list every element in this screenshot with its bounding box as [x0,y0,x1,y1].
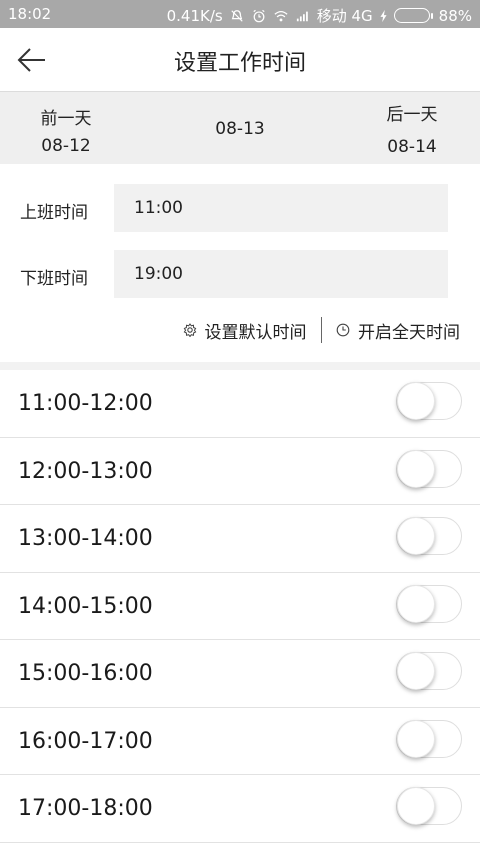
enable-all-day-label: 开启全天时间 [358,322,460,343]
carrier-label: 移动 4G [316,7,373,25]
network-speed: 0.41K/s [166,6,223,25]
set-default-time-button[interactable]: 设置默认时间 [183,318,307,343]
next-day-button[interactable]: 后一天 08-14 [376,100,448,157]
time-slot-label: 14:00-15:00 [18,593,153,619]
time-slot-label: 17:00-18:00 [18,796,153,821]
toggle-knob [397,449,435,488]
mute-icon [231,9,243,22]
prev-day-button[interactable]: 前一天 08-12 [30,104,102,156]
toggle-knob [397,517,435,555]
time-slot-toggle[interactable] [396,719,462,758]
end-time-label: 下班时间 [20,269,88,289]
gear-icon [183,323,196,337]
clock-icon [336,323,350,337]
prev-day-date: 08-12 [41,136,91,156]
time-slot-toggle[interactable] [396,652,462,690]
time-slot-toggle[interactable] [396,382,462,420]
current-date: 08-13 [215,119,265,139]
time-slot-label: 12:00-13:00 [18,458,153,484]
time-slot-row: 15:00-16:00 [0,640,480,708]
set-default-time-label: 设置默认时间 [204,322,307,343]
status-icons: 0.41K/s 移动 4G 88% [167,5,472,26]
toggle-knob [397,584,435,623]
start-time-row: 上班时间 11:00 [0,184,480,232]
end-time-field[interactable]: 19:00 [114,250,448,298]
status-bar: 18:02 0.41K/s 移动 4G 88% [0,0,480,28]
action-links: 设置默认时间 开启全天时间 [183,316,460,344]
time-slot-toggle[interactable] [396,787,462,825]
next-day-date: 08-14 [387,137,437,157]
time-slot-list: 11:00-12:00 12:00-13:00 13:00-14:00 14:0… [0,370,480,843]
alarm-icon [253,9,265,22]
charging-icon [380,9,387,22]
date-navigator: 前一天 08-12 08-13 后一天 08-14 [0,92,480,164]
time-slot-row: 16:00-17:00 [0,708,480,775]
wifi-icon [274,10,288,21]
start-time-label: 上班时间 [20,203,88,223]
toggle-knob [397,719,435,758]
status-time: 18:02 [8,5,52,23]
time-slot-label: 16:00-17:00 [18,728,153,754]
time-slot-row: 12:00-13:00 [0,438,480,505]
time-slot-toggle[interactable] [396,449,462,488]
section-divider [0,362,480,370]
app-header: 设置工作时间 [0,28,480,92]
page-title: 设置工作时间 [173,51,306,76]
time-slot-row: 17:00-18:00 [0,775,480,843]
prev-day-label: 前一天 [40,109,92,129]
next-day-label: 后一天 [386,105,438,125]
time-slot-toggle[interactable] [396,517,462,555]
action-divider [320,317,322,343]
battery-icon [393,8,433,23]
time-slot-label: 15:00-16:00 [18,661,153,686]
time-slot-toggle[interactable] [396,584,462,623]
time-slot-row: 11:00-12:00 [0,370,480,438]
toggle-knob [397,382,435,420]
time-slot-row: 14:00-15:00 [0,573,480,640]
end-time-row: 下班时间 19:00 [0,250,480,298]
battery-percent: 88% [438,6,472,25]
toggle-knob [397,652,435,690]
signal-icon [296,11,308,21]
toggle-knob [397,787,435,825]
time-slot-row: 13:00-14:00 [0,505,480,573]
time-slot-label: 11:00-12:00 [18,391,153,416]
time-slot-label: 13:00-14:00 [18,526,153,551]
enable-all-day-button[interactable]: 开启全天时间 [336,318,460,343]
start-time-field[interactable]: 11:00 [114,184,448,232]
